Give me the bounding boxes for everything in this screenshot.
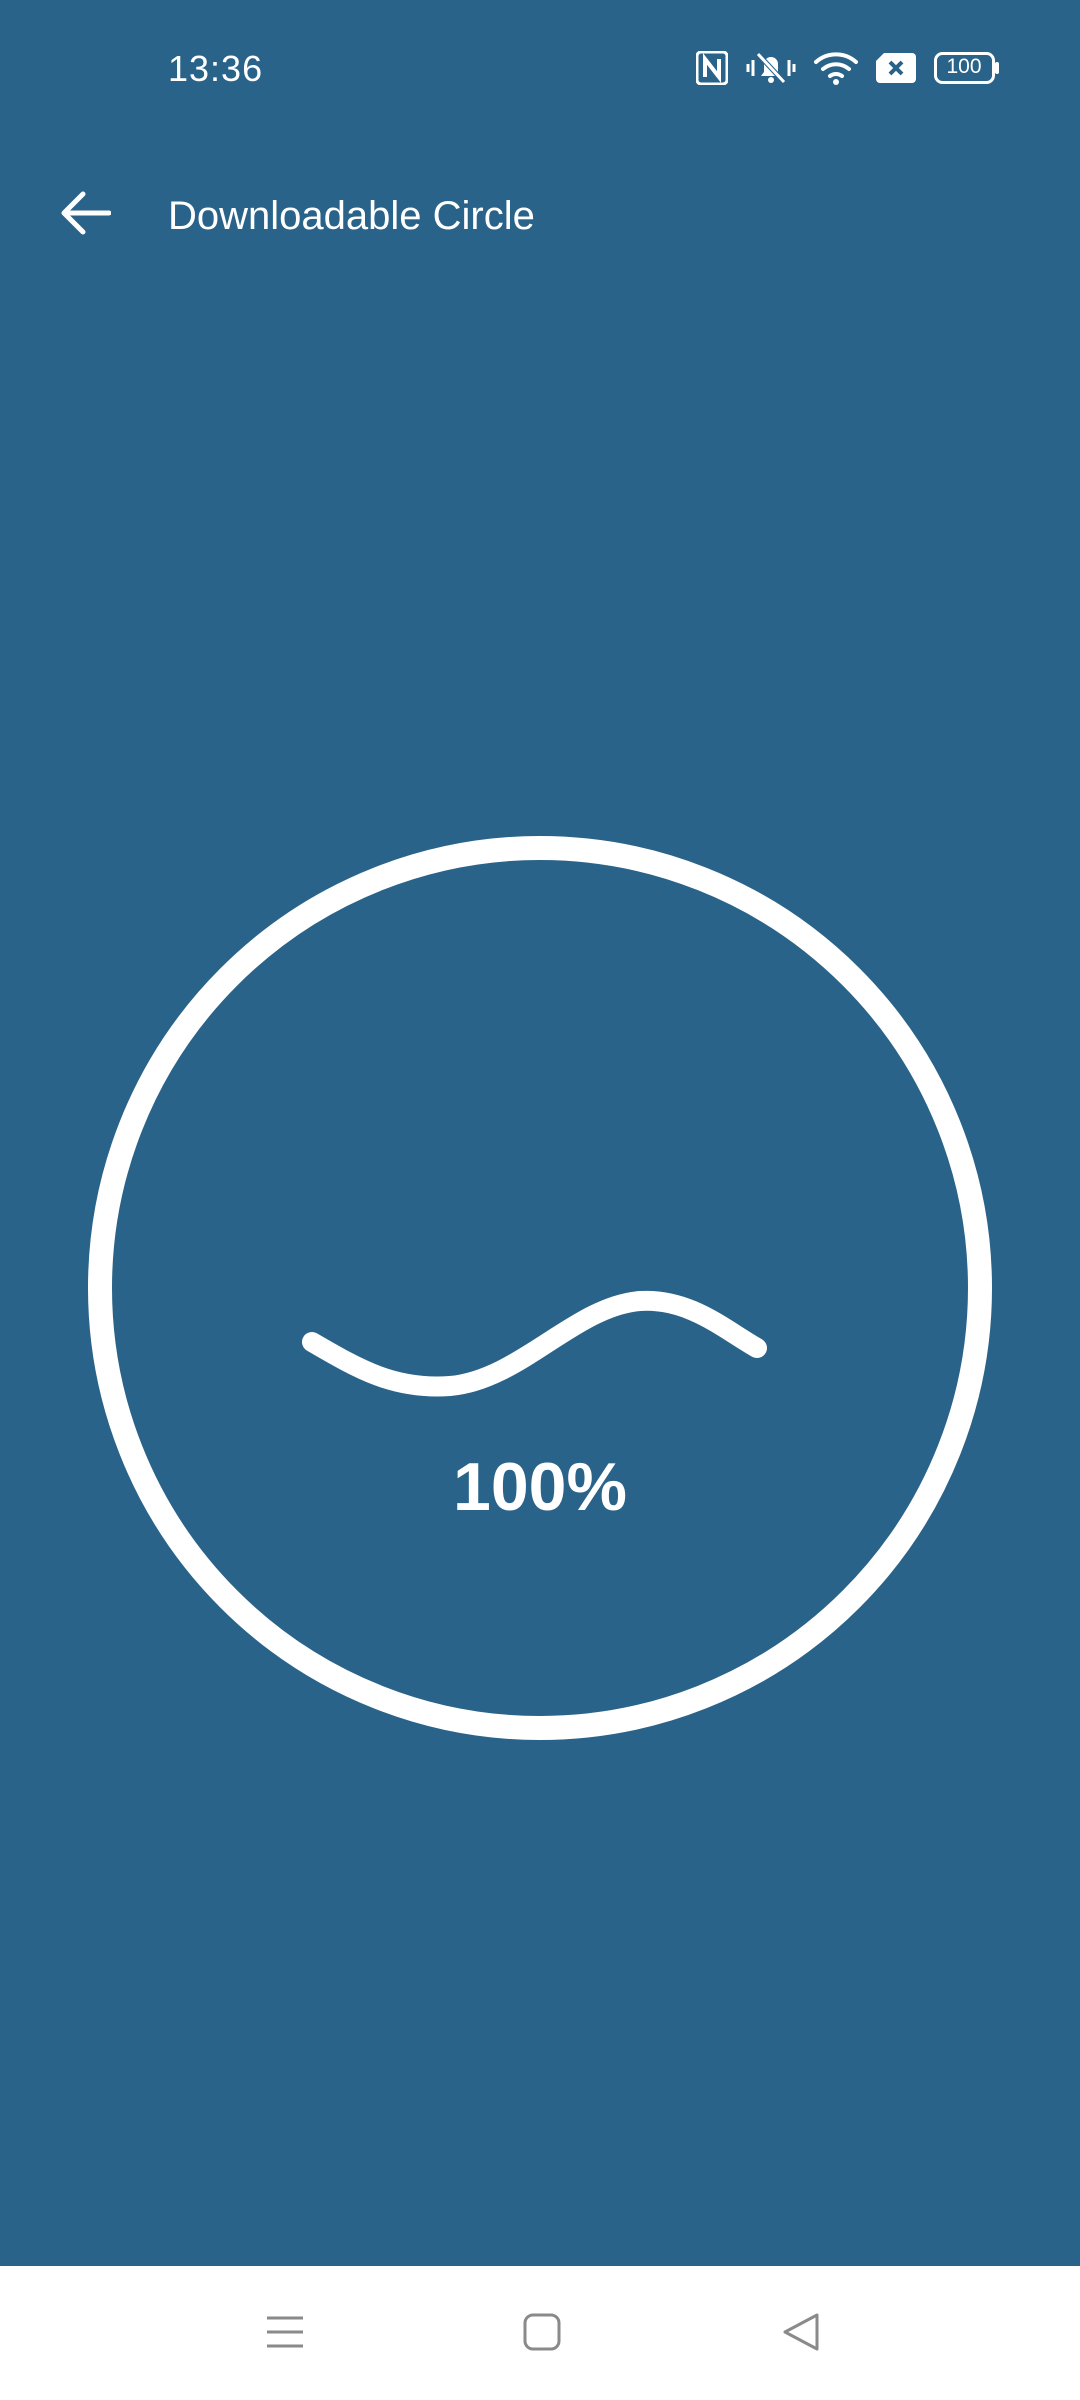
page-title: Downloadable Circle	[168, 194, 535, 238]
back-button[interactable]	[50, 180, 120, 250]
mute-vibrate-icon	[746, 50, 796, 86]
progress-percent: 100%	[453, 1449, 627, 1525]
app-bar: Downloadable Circle	[0, 160, 1080, 270]
progress-circle-ring	[88, 836, 992, 1740]
back-triangle-icon	[781, 2312, 821, 2357]
home-icon	[522, 2312, 562, 2357]
download-progress-view: 100%	[0, 820, 1080, 1740]
status-bar: 13:36 100	[0, 0, 1080, 140]
battery-icon: 100	[934, 52, 1000, 84]
battery-level: 100	[946, 55, 982, 78]
nfc-icon	[696, 51, 728, 85]
nav-menu-button[interactable]	[250, 2302, 320, 2366]
status-time: 13:36	[168, 48, 264, 89]
menu-icon	[265, 2312, 305, 2357]
wifi-icon	[814, 50, 858, 86]
arrow-left-icon	[59, 191, 112, 240]
nav-back-button[interactable]	[766, 2302, 836, 2366]
sim-off-icon	[876, 53, 916, 83]
status-icons: 100	[696, 50, 1000, 86]
system-nav-bar	[0, 2266, 1080, 2400]
wave-icon	[302, 1290, 767, 1397]
nav-home-button[interactable]	[507, 2302, 577, 2366]
